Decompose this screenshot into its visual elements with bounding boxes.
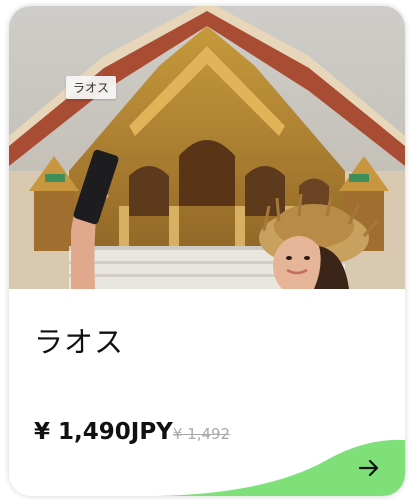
current-price: ¥ 1,490JPY: [34, 419, 173, 445]
destination-photo: ラオス: [9, 6, 405, 289]
location-tag: ラオス: [66, 76, 117, 99]
destination-card[interactable]: ラオス ラオス ¥ 1,490JPY ¥ 1,492: [9, 6, 405, 496]
next-button[interactable]: [355, 454, 383, 482]
arrow-right-icon: [358, 459, 379, 477]
destination-title: ラオス: [34, 325, 125, 359]
